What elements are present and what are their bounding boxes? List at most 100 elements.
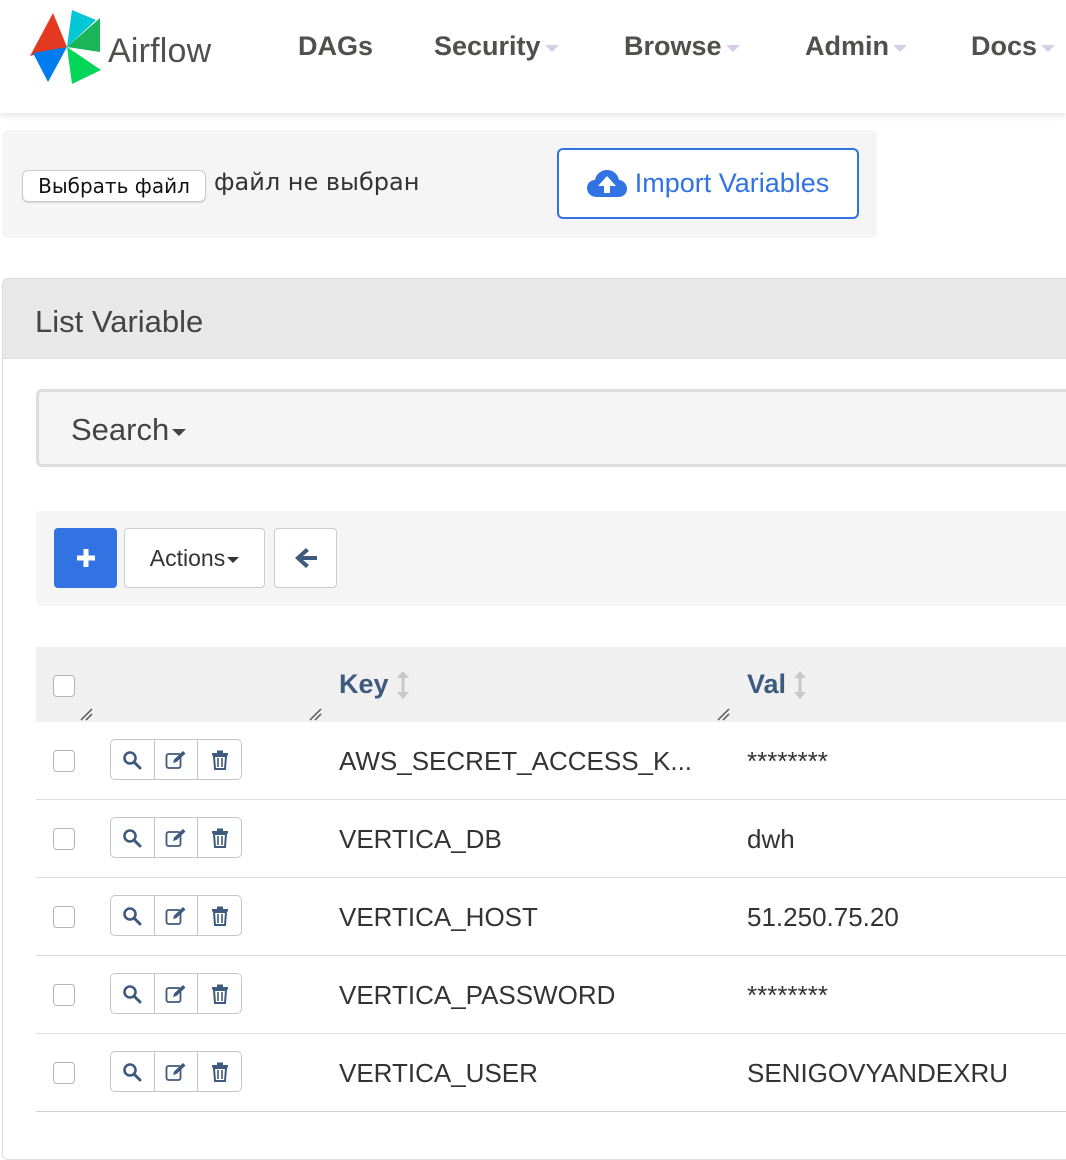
cell-val: ******** xyxy=(747,980,828,1010)
nav-security[interactable]: Security xyxy=(434,31,559,62)
search-icon xyxy=(123,1062,142,1081)
delete-record-button[interactable] xyxy=(197,1052,241,1091)
import-variables-label: Import Variables xyxy=(634,168,830,198)
edit-icon xyxy=(165,984,186,1003)
row-checkbox[interactable] xyxy=(53,906,75,928)
cell-key: VERTICA_PASSWORD xyxy=(339,980,616,1010)
nav-dags-label: DAGs xyxy=(298,31,374,61)
row-checkbox[interactable] xyxy=(53,828,75,850)
import-variables-button[interactable]: Import Variables xyxy=(557,148,859,219)
view-record-button[interactable] xyxy=(111,974,154,1013)
row-action-buttons xyxy=(110,973,242,1014)
nav-browse[interactable]: Browse xyxy=(624,31,740,62)
import-variables-panel: Выбрать файл файл не выбран Import Varia… xyxy=(2,130,877,238)
cell-val: dwh xyxy=(747,824,795,854)
add-variable-button[interactable] xyxy=(54,528,117,588)
top-navbar: Airflow DAGs Security Browse Admin Docs xyxy=(0,0,1066,113)
caret-down-icon xyxy=(1041,44,1056,52)
search-icon xyxy=(123,984,142,1003)
table-row: VERTICA_PASSWORD ******** xyxy=(36,956,1066,1034)
search-dropdown[interactable]: Search xyxy=(71,412,187,448)
caret-down-icon xyxy=(725,44,740,52)
column-header-val[interactable]: Val xyxy=(747,669,807,700)
delete-record-button[interactable] xyxy=(197,740,241,779)
file-status-text: файл не выбран xyxy=(214,168,420,196)
nav-admin[interactable]: Admin xyxy=(805,31,907,62)
row-action-buttons xyxy=(110,1051,242,1092)
select-all-checkbox[interactable] xyxy=(53,675,75,697)
list-panel-header: List Variable xyxy=(3,279,1066,359)
edit-icon xyxy=(165,828,186,847)
cell-val: 51.250.75.20 xyxy=(747,902,899,932)
plus-icon xyxy=(76,549,95,567)
nav-dags[interactable]: DAGs xyxy=(298,31,373,62)
cell-val: ******** xyxy=(747,746,828,776)
trash-icon xyxy=(211,750,228,770)
nav-docs-label: Docs xyxy=(971,31,1038,61)
view-record-button[interactable] xyxy=(111,1052,154,1091)
row-action-buttons xyxy=(110,895,242,936)
airflow-logo-icon xyxy=(30,10,101,84)
caret-down-icon xyxy=(893,44,907,52)
nav-docs[interactable]: Docs xyxy=(971,31,1056,62)
row-checkbox[interactable] xyxy=(53,1062,75,1084)
row-action-buttons xyxy=(110,739,242,780)
delete-record-button[interactable] xyxy=(197,896,241,935)
delete-record-button[interactable] xyxy=(197,974,241,1013)
sort-icon xyxy=(396,670,409,699)
cell-val: SENIGOVYANDEXRU xyxy=(747,1058,1009,1088)
trash-icon xyxy=(211,906,228,926)
table-row: VERTICA_USER SENIGOVYANDEXRU xyxy=(36,1034,1066,1112)
edit-record-button[interactable] xyxy=(153,896,198,935)
table-row: VERTICA_HOST 51.250.75.20 xyxy=(36,878,1066,956)
arrow-left-icon xyxy=(294,548,317,568)
table-row: VERTICA_DB dwh xyxy=(36,800,1066,878)
sort-icon xyxy=(794,670,807,699)
cloud-upload-icon xyxy=(586,169,627,197)
row-checkbox[interactable] xyxy=(53,750,75,772)
caret-down-icon xyxy=(544,44,559,52)
view-record-button[interactable] xyxy=(111,818,154,857)
edit-record-button[interactable] xyxy=(153,740,198,779)
search-bar: Search xyxy=(36,389,1066,467)
column-key-label: Key xyxy=(339,669,389,699)
row-action-buttons xyxy=(110,817,242,858)
list-toolbar: Actions xyxy=(36,511,1066,606)
edit-record-button[interactable] xyxy=(153,818,198,857)
choose-file-button[interactable]: Выбрать файл xyxy=(22,170,206,202)
variables-table: Key Val AWS_SECRET_ACCESS_K... ******** … xyxy=(36,647,1066,1112)
table-row: AWS_SECRET_ACCESS_K... ******** xyxy=(36,722,1066,800)
airflow-brand[interactable]: Airflow xyxy=(28,8,211,84)
column-resize-handle[interactable] xyxy=(308,707,322,721)
search-label: Search xyxy=(71,412,170,447)
cell-key: VERTICA_HOST xyxy=(339,902,538,932)
cell-key: VERTICA_USER xyxy=(339,1058,538,1088)
view-record-button[interactable] xyxy=(111,896,154,935)
column-val-label: Val xyxy=(747,669,787,699)
edit-icon xyxy=(165,750,186,769)
edit-record-button[interactable] xyxy=(153,1052,198,1091)
column-header-key[interactable]: Key xyxy=(339,669,409,700)
search-icon xyxy=(123,906,142,925)
edit-record-button[interactable] xyxy=(153,974,198,1013)
actions-dropdown-button[interactable]: Actions xyxy=(124,528,265,588)
view-record-button[interactable] xyxy=(111,740,154,779)
list-variable-panel: List Variable Search Actions Key Val AWS… xyxy=(2,278,1066,1160)
delete-record-button[interactable] xyxy=(197,818,241,857)
search-icon xyxy=(123,828,142,847)
brand-name: Airflow xyxy=(108,32,212,70)
row-checkbox[interactable] xyxy=(53,984,75,1006)
edit-icon xyxy=(165,1062,186,1081)
search-icon xyxy=(123,750,142,769)
table-header-row: Key Val xyxy=(36,647,1066,722)
nav-browse-label: Browse xyxy=(624,31,722,61)
nav-admin-label: Admin xyxy=(805,31,889,61)
trash-icon xyxy=(211,1062,228,1082)
actions-label: Actions xyxy=(149,544,226,571)
nav-security-label: Security xyxy=(434,31,541,61)
back-button[interactable] xyxy=(274,528,337,588)
cell-key: VERTICA_DB xyxy=(339,824,502,854)
column-resize-handle[interactable] xyxy=(79,707,93,721)
column-resize-handle[interactable] xyxy=(716,707,730,721)
caret-down-icon xyxy=(227,556,240,563)
